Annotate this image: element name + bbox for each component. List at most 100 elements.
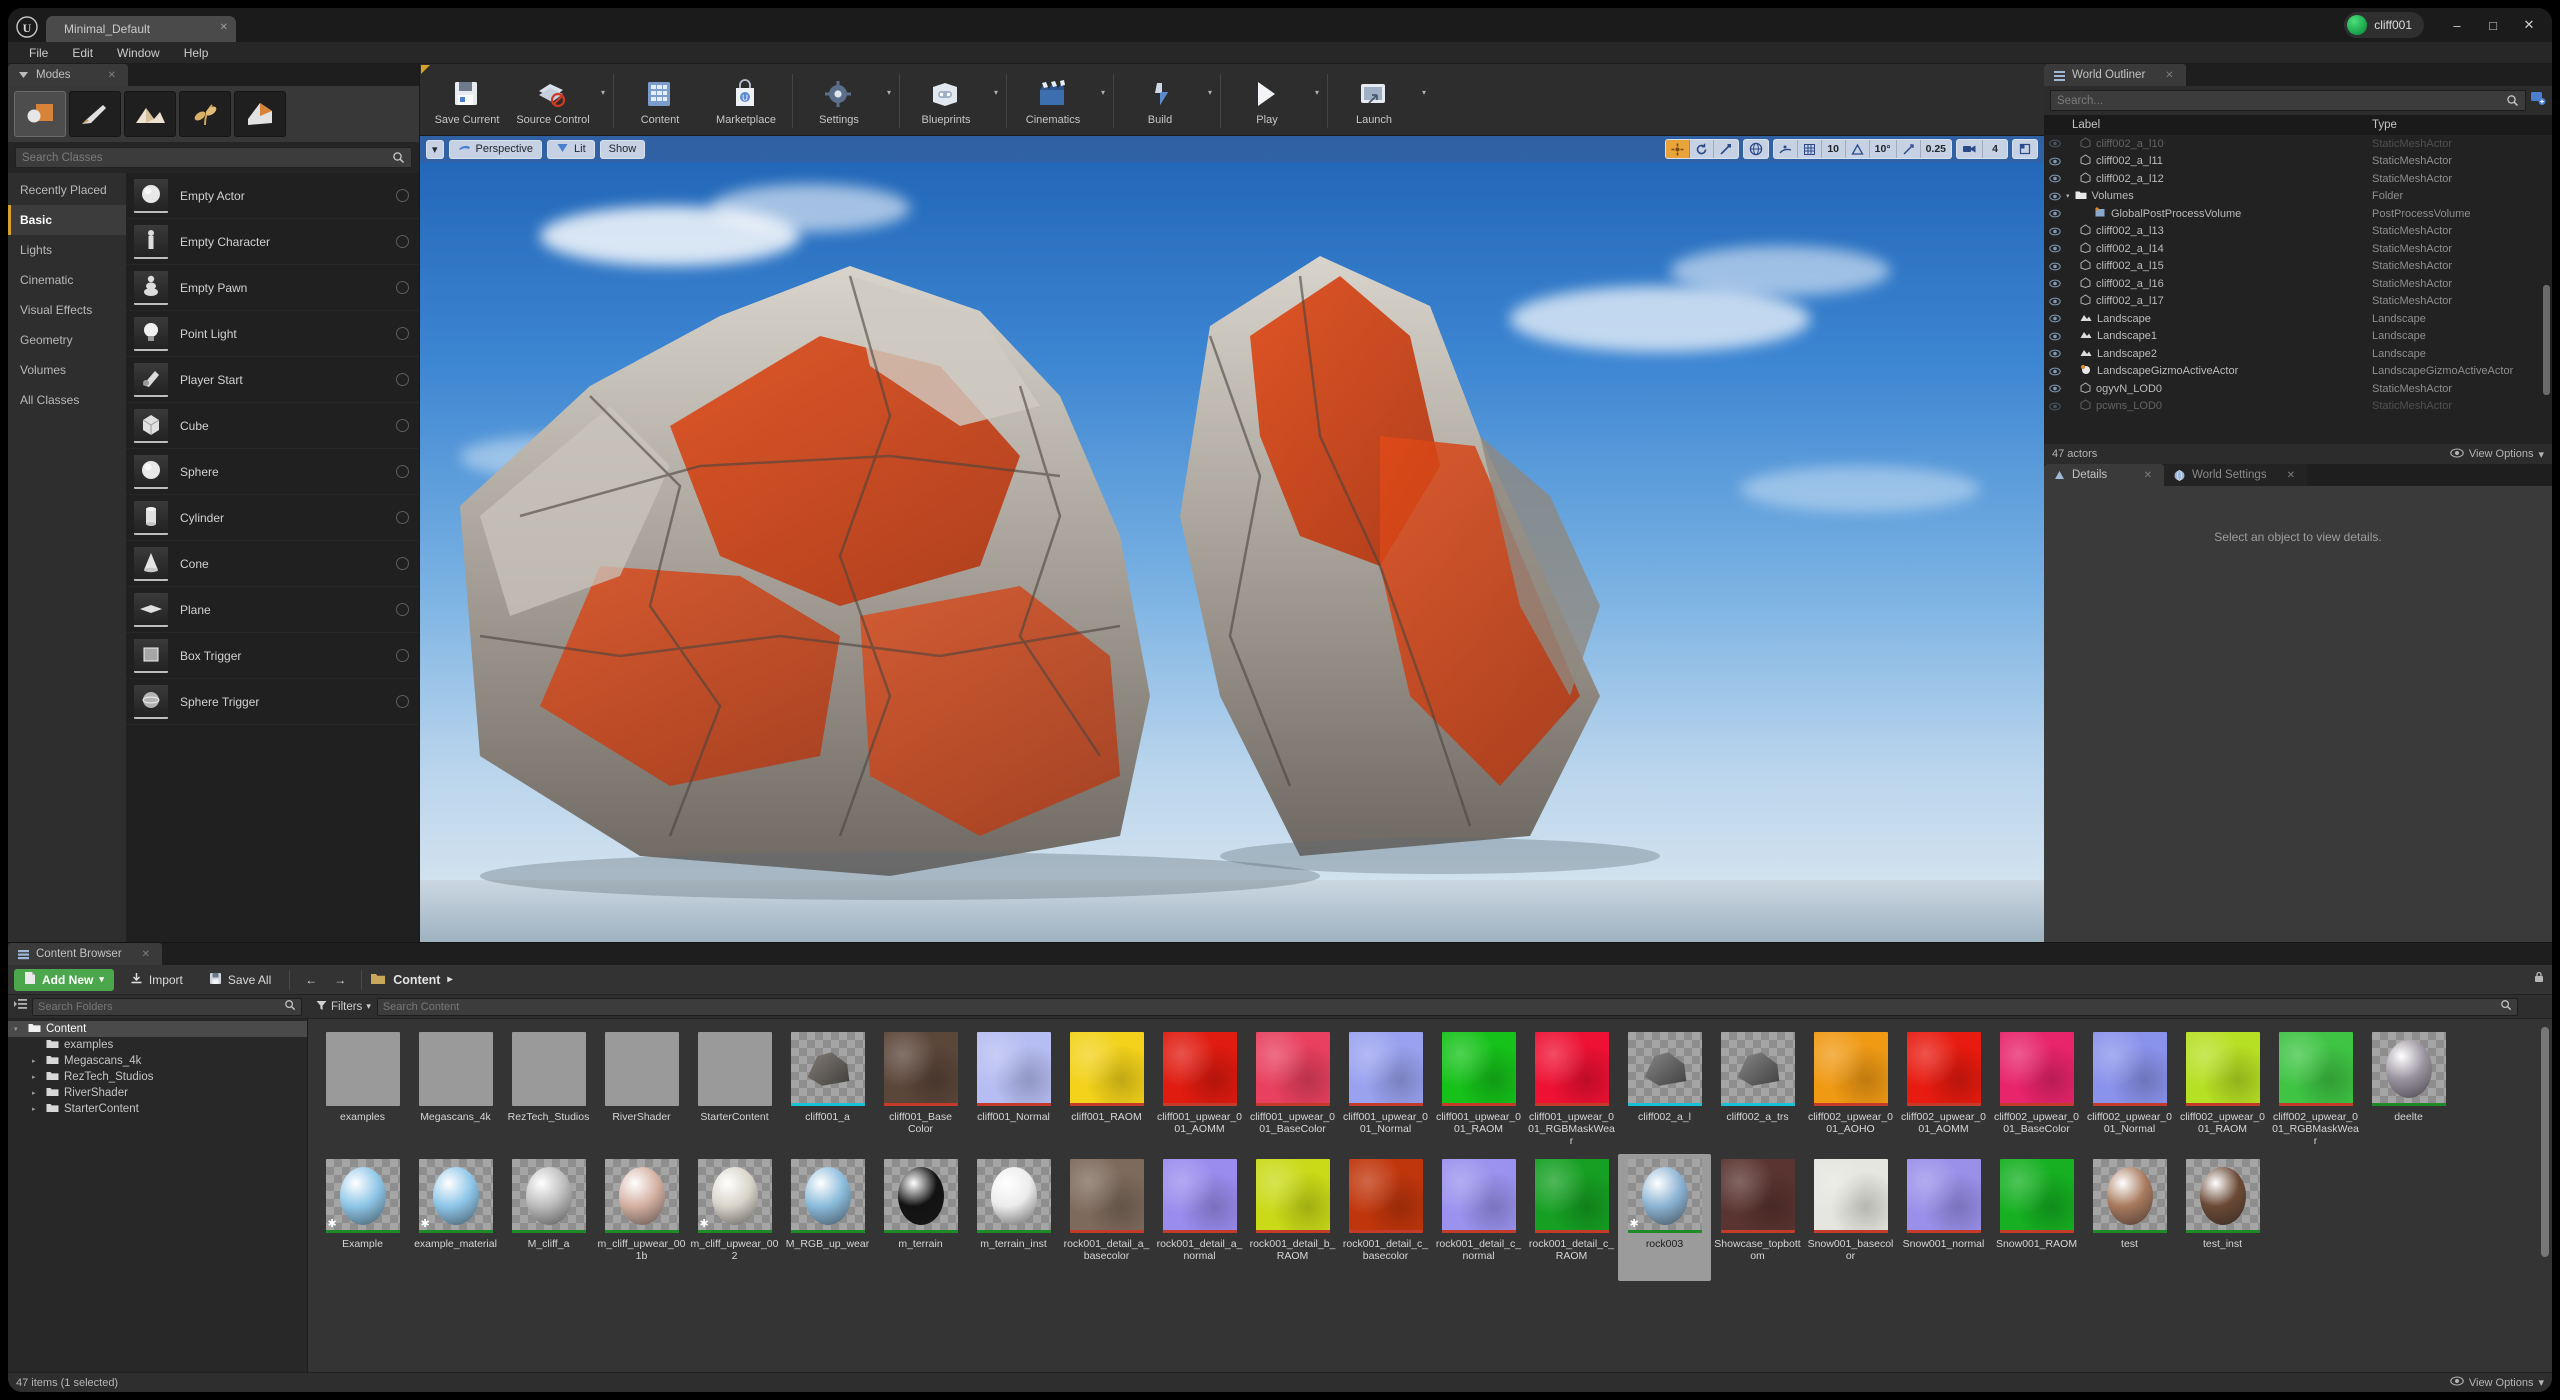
collapse-tree-icon[interactable] <box>14 997 28 1016</box>
toolbar-settings-dropdown-arrow[interactable]: ▾ <box>882 67 896 135</box>
folder-search-input[interactable] <box>38 1001 284 1013</box>
category-recently-placed[interactable]: Recently Placed <box>8 175 126 205</box>
world-coords-icon[interactable] <box>1744 139 1768 159</box>
toolbar-cinematics-dropdown-arrow[interactable]: ▾ <box>1096 67 1110 135</box>
asset-item-cliff002-upwear-001-raom[interactable]: cliff002_upwear_001_RAOM <box>2176 1027 2269 1154</box>
rotate-gizmo-icon[interactable] <box>1690 139 1714 159</box>
search-classes-field[interactable] <box>15 147 412 168</box>
asset-item-snow001-basecolor[interactable]: Snow001_basecolor <box>1804 1154 1897 1281</box>
folder-tree-item-reztech_studios[interactable]: ▸RezTech_Studios <box>8 1069 307 1085</box>
viewport-options-menu-button[interactable]: ▾ <box>426 140 444 159</box>
asset-item-rock001-detail-b-raom[interactable]: rock001_detail_b_RAOM <box>1246 1154 1339 1281</box>
visibility-toggle-icon[interactable] <box>2044 244 2066 253</box>
foliage-mode-icon[interactable] <box>179 91 231 137</box>
asset-item-cliff002-upwear-001-aomm[interactable]: cliff002_upwear_001_AOMM <box>1897 1027 1990 1154</box>
actor-info-icon[interactable] <box>396 557 409 570</box>
asset-item-showcase-topbottom[interactable]: Showcase_topbottom <box>1711 1154 1804 1281</box>
asset-item-cliff001-upwear-001-raom[interactable]: cliff001_upwear_001_RAOM <box>1432 1027 1525 1154</box>
asset-item-cliff001-raom[interactable]: cliff001_RAOM <box>1060 1027 1153 1154</box>
asset-item-cliff002-upwear-001-basecolor[interactable]: cliff002_upwear_001_BaseColor <box>1990 1027 2083 1154</box>
surface-snap-icon[interactable] <box>1774 139 1798 159</box>
actor-item-sphere[interactable]: Sphere <box>126 449 419 495</box>
tab-world-settings[interactable]: World Settings✕ <box>2164 464 2307 486</box>
visibility-toggle-icon[interactable] <box>2044 227 2066 236</box>
menu-item-help[interactable]: Help <box>173 44 220 62</box>
asset-item-m-cliff-a[interactable]: M_cliff_a <box>502 1154 595 1281</box>
user-account-button[interactable]: cliff001 <box>2344 12 2424 38</box>
asset-item-examples[interactable]: examples <box>316 1027 409 1154</box>
asset-item-rock001-detail-c-normal[interactable]: rock001_detail_c_normal <box>1432 1154 1525 1281</box>
category-visual-effects[interactable]: Visual Effects <box>8 295 126 325</box>
scale-snap-value[interactable]: 0.25 <box>1921 139 1951 159</box>
content-search-input[interactable] <box>383 1001 2500 1013</box>
asset-item-cliff002-upwear-001-rgbmaskwear[interactable]: cliff002_upwear_001_RGBMaskWear <box>2269 1027 2362 1154</box>
chevron-right-icon[interactable]: ▸ <box>447 974 452 985</box>
outliner-row[interactable]: cliff002_a_l14StaticMeshActor <box>2044 240 2552 258</box>
toolbar-cinematics-button[interactable]: Cinematics <box>1010 67 1096 135</box>
actor-info-icon[interactable] <box>396 419 409 432</box>
asset-item-cliff002-a-trs[interactable]: cliff002_a_trs <box>1711 1027 1804 1154</box>
asset-item-cliff001-a[interactable]: cliff001_a <box>781 1027 874 1154</box>
asset-item-snow001-raom[interactable]: Snow001_RAOM <box>1990 1154 2083 1281</box>
toolbar-build-dropdown-arrow[interactable]: ▾ <box>1203 67 1217 135</box>
actor-item-empty-actor[interactable]: Empty Actor <box>126 173 419 219</box>
viewport-show-menu-button[interactable]: Show <box>600 140 646 159</box>
outliner-row[interactable]: pcwns_LOD0StaticMeshActor <box>2044 398 2552 416</box>
content-view-options-button[interactable]: View Options ▾ <box>2450 1376 2544 1389</box>
asset-item-test-inst[interactable]: test_inst <box>2176 1154 2269 1281</box>
category-lights[interactable]: Lights <box>8 235 126 265</box>
outliner-row[interactable]: ogyvN_LOD0StaticMeshActor <box>2044 380 2552 398</box>
outliner-scrollbar[interactable] <box>2543 285 2550 395</box>
save-all-button[interactable]: Save All <box>199 969 281 991</box>
toolbar-content-button[interactable]: Content <box>617 67 703 135</box>
actor-item-point-light[interactable]: Point Light <box>126 311 419 357</box>
folder-search-field[interactable] <box>32 998 302 1016</box>
toolbar-play-button[interactable]: Play <box>1224 67 1310 135</box>
asset-item-reztech-studios[interactable]: RezTech_Studios <box>502 1027 595 1154</box>
actor-info-icon[interactable] <box>396 327 409 340</box>
toolbar-source-control-button[interactable]: Source Control <box>510 67 596 135</box>
visibility-toggle-icon[interactable] <box>2044 349 2066 358</box>
visibility-toggle-icon[interactable] <box>2044 297 2066 306</box>
visibility-toggle-icon[interactable] <box>2044 174 2066 183</box>
outliner-column-type[interactable]: Type <box>2372 119 2552 131</box>
filters-button[interactable]: Filters ▾ <box>316 1000 371 1014</box>
grid-snap-icon[interactable] <box>1798 139 1822 159</box>
outliner-rows[interactable]: cliff002_a_l10StaticMeshActorcliff002_a_… <box>2044 135 2552 444</box>
asset-item-rivershader[interactable]: RiverShader <box>595 1027 688 1154</box>
visibility-toggle-icon[interactable] <box>2044 279 2066 288</box>
toolbar-marketplace-button[interactable]: UMarketplace <box>703 67 789 135</box>
camera-speed-icon[interactable] <box>1957 139 1983 159</box>
level-viewport[interactable]: ▾ Perspective Lit Show <box>420 136 2044 942</box>
minimize-button[interactable]: – <box>2440 11 2474 39</box>
visibility-toggle-icon[interactable] <box>2044 402 2066 411</box>
paint-mode-icon[interactable] <box>69 91 121 137</box>
actor-info-icon[interactable] <box>396 649 409 662</box>
viewport-viewmode-button[interactable]: Lit <box>547 140 595 159</box>
asset-item-rock003[interactable]: ✱rock003 <box>1618 1154 1711 1281</box>
visibility-toggle-icon[interactable] <box>2044 157 2066 166</box>
import-button[interactable]: Import <box>120 969 193 991</box>
scale-snap-icon[interactable] <box>1897 139 1921 159</box>
outliner-row[interactable]: cliff002_a_l17StaticMeshActor <box>2044 293 2552 311</box>
folder-tree-item-startercontent[interactable]: ▸StarterContent <box>8 1101 307 1117</box>
asset-item-deelte[interactable]: deelte <box>2362 1027 2455 1154</box>
expander-icon[interactable]: ▸ <box>32 1089 41 1097</box>
actor-info-icon[interactable] <box>396 281 409 294</box>
outliner-row[interactable]: LandscapeLandscape <box>2044 310 2552 328</box>
translate-gizmo-icon[interactable] <box>1666 139 1690 159</box>
asset-item-rock001-detail-c-raom[interactable]: rock001_detail_c_RAOM <box>1525 1154 1618 1281</box>
asset-item-m-terrain-inst[interactable]: m_terrain_inst <box>967 1154 1060 1281</box>
add-new-button[interactable]: Add New ▾ <box>14 969 114 991</box>
asset-item-cliff001-upwear-001-normal[interactable]: cliff001_upwear_001_Normal <box>1339 1027 1432 1154</box>
visibility-toggle-icon[interactable] <box>2044 262 2066 271</box>
outliner-row[interactable]: cliff002_a_l15StaticMeshActor <box>2044 258 2552 276</box>
outliner-view-options-button[interactable]: View Options ▾ <box>2450 448 2544 461</box>
actor-info-icon[interactable] <box>396 189 409 202</box>
visibility-toggle-icon[interactable] <box>2044 314 2066 323</box>
menu-item-window[interactable]: Window <box>106 44 171 62</box>
place-mode-icon[interactable] <box>14 91 66 137</box>
asset-item-rock001-detail-a-basecolor[interactable]: rock001_detail_a_basecolor <box>1060 1154 1153 1281</box>
asset-item-example-material[interactable]: ✱example_material <box>409 1154 502 1281</box>
outliner-row[interactable]: Landscape1Landscape <box>2044 328 2552 346</box>
